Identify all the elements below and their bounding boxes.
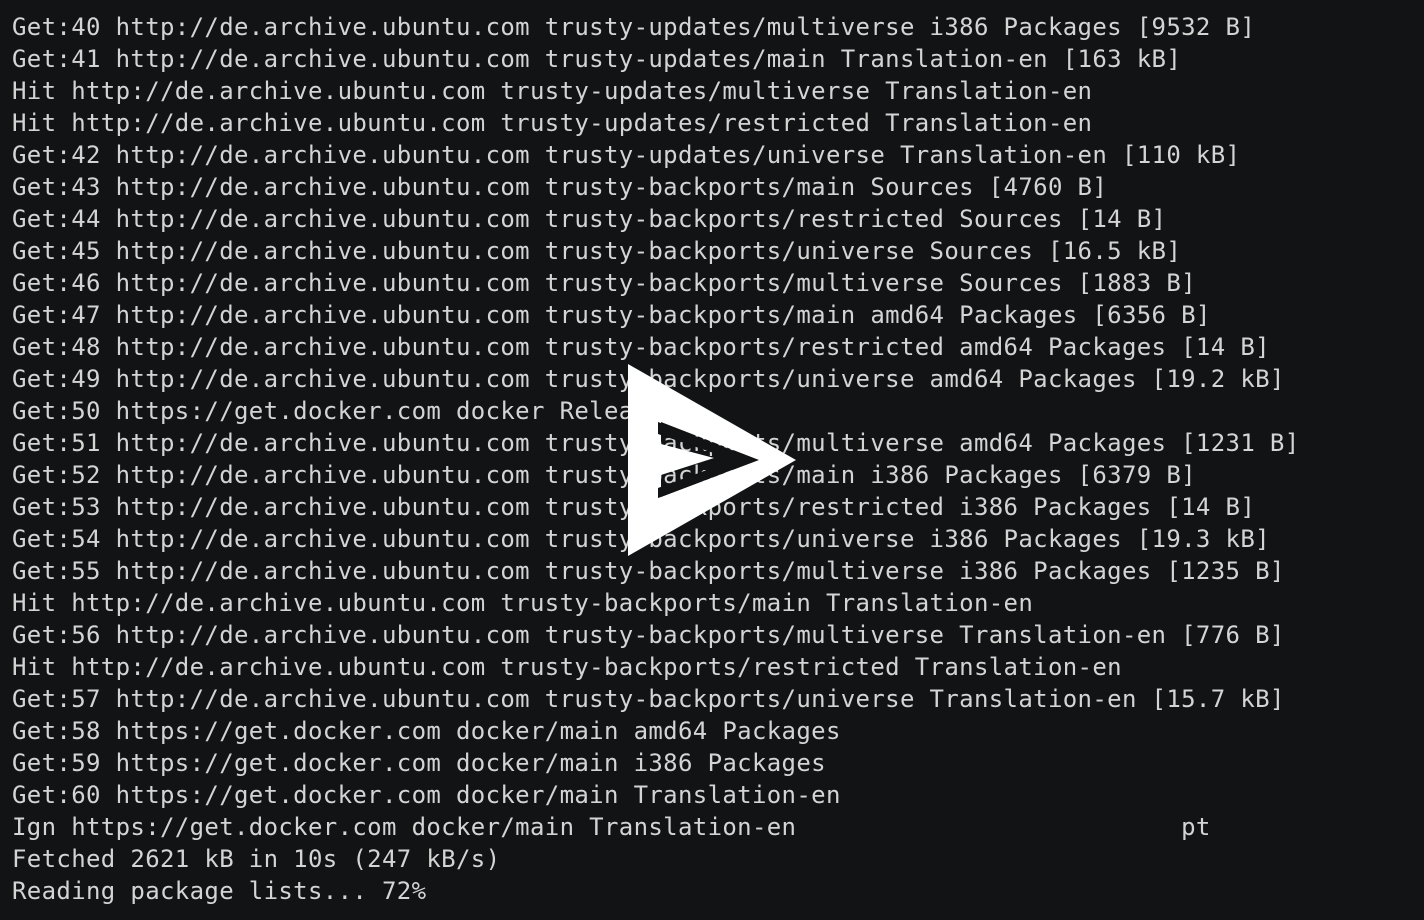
terminal-line: Ign https://get.docker.com docker/main T… (12, 813, 1211, 841)
play-icon (628, 364, 796, 556)
terminal-line: Get:47 http://de.archive.ubuntu.com trus… (12, 301, 1211, 329)
terminal-output: Get:40 http://de.archive.ubuntu.com trus… (0, 0, 1424, 920)
terminal-line: Get:48 http://de.archive.ubuntu.com trus… (12, 333, 1270, 361)
terminal-line: Get:43 http://de.archive.ubuntu.com trus… (12, 173, 1108, 201)
terminal-line: Fetched 2621 kB in 10s (247 kB/s) (12, 845, 501, 873)
terminal-line: Get:44 http://de.archive.ubuntu.com trus… (12, 205, 1167, 233)
terminal-line: Hit http://de.archive.ubuntu.com trusty-… (12, 653, 1122, 681)
terminal-line: Get:58 https://get.docker.com docker/mai… (12, 717, 841, 745)
terminal-line: Reading package lists... 72% (12, 877, 427, 905)
terminal-line: Get:41 http://de.archive.ubuntu.com trus… (12, 45, 1182, 73)
terminal-line: Get:55 http://de.archive.ubuntu.com trus… (12, 557, 1285, 585)
terminal-line: Get:42 http://de.archive.ubuntu.com trus… (12, 141, 1241, 169)
terminal-line: Hit http://de.archive.ubuntu.com trusty-… (12, 77, 1093, 105)
terminal-line: Hit http://de.archive.ubuntu.com trusty-… (12, 589, 1034, 617)
terminal-line: Get:46 http://de.archive.ubuntu.com trus… (12, 269, 1196, 297)
terminal-line: Get:40 http://de.archive.ubuntu.com trus… (12, 13, 1256, 41)
terminal-line: Get:59 https://get.docker.com docker/mai… (12, 749, 826, 777)
terminal-line: Get:60 https://get.docker.com docker/mai… (12, 781, 841, 809)
terminal-line: Get:45 http://de.archive.ubuntu.com trus… (12, 237, 1182, 265)
terminal-line: Hit http://de.archive.ubuntu.com trusty-… (12, 109, 1093, 137)
play-button[interactable] (624, 362, 800, 558)
terminal-line: Get:56 http://de.archive.ubuntu.com trus… (12, 621, 1285, 649)
terminal-line: Get:57 http://de.archive.ubuntu.com trus… (12, 685, 1285, 713)
